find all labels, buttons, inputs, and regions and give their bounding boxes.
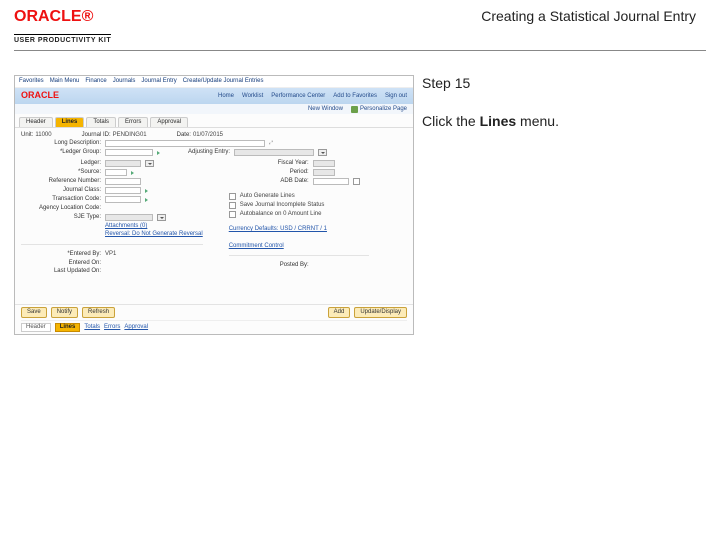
product-name: USER PRODUCTIVITY KIT: [14, 37, 111, 44]
nav-worklist[interactable]: Worklist: [242, 93, 263, 100]
adjusting-entry-select[interactable]: [234, 149, 314, 156]
breadcrumb: Favorites Main Menu Finance Journals Jou…: [15, 76, 413, 88]
update-display-button[interactable]: Update/Display: [354, 307, 407, 318]
calendar-icon[interactable]: [353, 178, 360, 185]
nav-signout[interactable]: Sign out: [385, 93, 407, 100]
tab-errors[interactable]: Errors: [118, 117, 148, 127]
currency-defaults-link[interactable]: Currency Defaults: USD / CRRNT / 1: [229, 226, 327, 233]
add-button[interactable]: Add: [328, 307, 351, 318]
autobalance-checkbox[interactable]: [229, 211, 236, 218]
bottom-tab-lines[interactable]: Lines: [55, 323, 81, 332]
instruction-panel: Step 15 Click the Lines menu.: [422, 75, 706, 335]
personalize-icon: [351, 106, 358, 113]
dropdown-icon[interactable]: [318, 149, 327, 156]
attachments-link[interactable]: Attachments (0): [105, 223, 147, 230]
adb-date-input[interactable]: [313, 178, 349, 185]
oracle-wordmark-small: ORACLE: [21, 91, 59, 101]
commitment-control-link[interactable]: Commitment Control: [229, 243, 284, 250]
bottom-tab-header[interactable]: Header: [21, 323, 51, 332]
new-window-link[interactable]: New Window: [308, 106, 343, 113]
tab-header[interactable]: Header: [19, 117, 53, 127]
refresh-button[interactable]: Refresh: [82, 307, 115, 318]
personalize-page-link[interactable]: Personalize Page: [351, 106, 407, 113]
nav-performance[interactable]: Performance Center: [271, 93, 325, 100]
fiscal-year-input[interactable]: [313, 160, 335, 167]
reversal-link[interactable]: Reversal: Do Not Generate Reversal: [105, 231, 203, 238]
sub-toolbar: New Window Personalize Page: [15, 104, 413, 114]
reference-input[interactable]: [105, 178, 141, 185]
step-label: Step 15: [422, 75, 706, 92]
ledger-input[interactable]: [105, 160, 141, 167]
source-input[interactable]: [105, 169, 127, 176]
ledger-group-input[interactable]: [105, 149, 153, 156]
save-incomplete-checkbox[interactable]: [229, 202, 236, 209]
bottom-tab-approval[interactable]: Approval: [124, 324, 148, 331]
instruction-text: Click the Lines menu.: [422, 112, 706, 130]
page-title: Creating a Statistical Journal Entry: [481, 8, 706, 25]
long-description-input[interactable]: [105, 140, 265, 147]
app-screenshot: Favorites Main Menu Finance Journals Jou…: [14, 75, 414, 335]
bottom-tab-totals[interactable]: Totals: [84, 324, 100, 331]
tab-approval[interactable]: Approval: [150, 117, 188, 127]
nav-favorites[interactable]: Add to Favorites: [333, 93, 377, 100]
tab-lines[interactable]: Lines: [55, 117, 85, 127]
auto-generate-checkbox[interactable]: [229, 193, 236, 200]
oracle-upk-logo: ORACLE® USER PRODUCTIVITY KIT: [14, 8, 111, 44]
tab-bar: Header Lines Totals Errors Approval: [15, 114, 413, 128]
lookup-icon[interactable]: [157, 151, 160, 155]
transaction-code-input[interactable]: [105, 196, 141, 203]
bottom-tab-links: Header Lines Totals Errors Approval: [21, 320, 407, 332]
oracle-header-bar: ORACLE Home Worklist Performance Center …: [15, 88, 413, 104]
period-input[interactable]: [313, 169, 335, 176]
tab-totals[interactable]: Totals: [86, 117, 116, 127]
sje-type-select[interactable]: [105, 214, 153, 221]
journal-class-input[interactable]: [105, 187, 141, 194]
bottom-tab-errors[interactable]: Errors: [104, 324, 120, 331]
notify-button[interactable]: Notify: [51, 307, 78, 318]
nav-home[interactable]: Home: [218, 93, 234, 100]
brand-wordmark: ORACLE: [14, 8, 82, 25]
save-button[interactable]: Save: [21, 307, 47, 318]
